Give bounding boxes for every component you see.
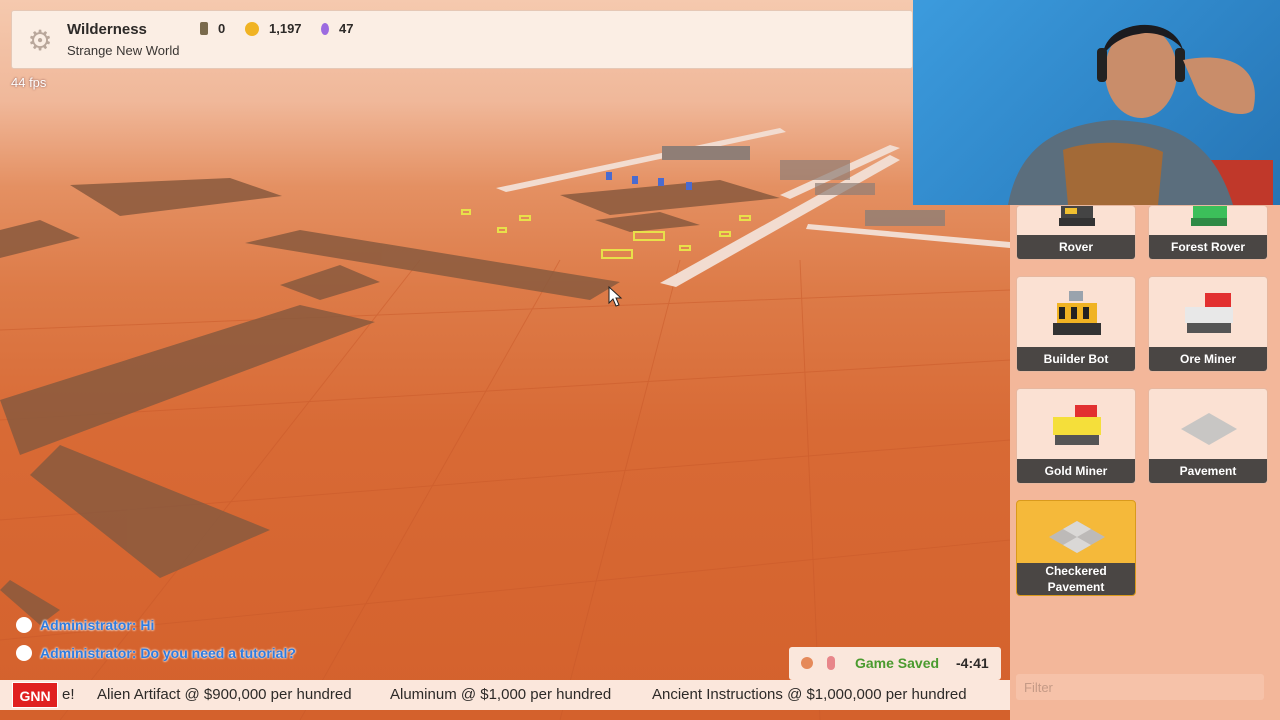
- admin-avatar-icon: [16, 645, 32, 661]
- build-card-builder-bot[interactable]: Builder Bot: [1016, 276, 1136, 372]
- game-saved-toast: Game Saved -4:41: [789, 647, 1001, 680]
- potion-value: 47: [339, 21, 354, 36]
- forest-rover-icon: [1191, 206, 1227, 226]
- coins-counter: 1,197: [245, 21, 302, 36]
- top-hud-bar: ⚙ Wilderness Strange New World 0 1,197 4…: [11, 10, 913, 69]
- webcam-person-image: [1008, 24, 1273, 205]
- mouse-cursor: [608, 285, 623, 307]
- filter-input[interactable]: [1016, 674, 1264, 700]
- potion-icon: [321, 22, 329, 35]
- builder-bot-icon: [1053, 291, 1101, 335]
- chat-message: Administrator: Do you need a tutorial?: [16, 645, 296, 661]
- build-card-pavement[interactable]: Pavement: [1148, 388, 1268, 484]
- checkered-pavement-icon: [1049, 521, 1105, 553]
- terrain-scene: [0, 128, 1010, 720]
- game-saved-text: Game Saved: [855, 655, 940, 671]
- pavement-icon: [1181, 413, 1237, 445]
- build-card-label: Gold Miner: [1017, 459, 1135, 483]
- location-title: Wilderness: [67, 21, 147, 38]
- location-subtitle: Strange New World: [67, 43, 180, 58]
- build-card-label: Forest Rover: [1149, 235, 1267, 259]
- coin-icon: [245, 21, 259, 36]
- workers-counter: 0: [200, 21, 225, 36]
- worker-icon: [200, 22, 208, 35]
- ticker-item: Alien Artifact @ $900,000 per hundred: [97, 686, 352, 703]
- build-card-label: Builder Bot: [1017, 347, 1135, 371]
- build-card-rover[interactable]: Rover: [1016, 205, 1136, 260]
- build-card-label: Rover: [1017, 235, 1135, 259]
- build-card-label: Ore Miner: [1149, 347, 1267, 371]
- chat-text: Administrator: Do you need a tutorial?: [40, 645, 296, 661]
- fps-counter: 44 fps: [11, 75, 47, 90]
- build-card-ore-miner[interactable]: Ore Miner: [1148, 276, 1268, 372]
- build-card-label: Checkered Pavement: [1017, 563, 1135, 595]
- rover-icon: [1059, 206, 1095, 226]
- alert-icon: [827, 656, 835, 670]
- gold-miner-icon: [1053, 405, 1101, 445]
- save-timer: -4:41: [956, 655, 989, 671]
- game-viewport[interactable]: [0, 0, 1010, 720]
- webcam-overlay: [913, 0, 1280, 205]
- workers-value: 0: [218, 21, 226, 36]
- ticker-item: e!: [62, 686, 75, 703]
- chat-text: Administrator: Hi: [40, 617, 155, 633]
- build-card-forest-rover[interactable]: Forest Rover: [1148, 205, 1268, 260]
- news-ticker: GNN e! Alien Artifact @ $900,000 per hun…: [0, 680, 1010, 710]
- build-card-gold-miner[interactable]: Gold Miner: [1016, 388, 1136, 484]
- ore-miner-icon: [1185, 293, 1233, 333]
- settings-gear-icon[interactable]: ⚙: [26, 27, 54, 55]
- chat-message: Administrator: Hi: [16, 617, 154, 633]
- build-card-checkered-pavement[interactable]: Checkered Pavement: [1016, 500, 1136, 596]
- ticker-item: Aluminum @ $1,000 per hundred: [390, 686, 612, 703]
- admin-avatar-icon: [16, 617, 32, 633]
- gnn-badge: GNN: [12, 682, 58, 708]
- coins-value: 1,197: [269, 21, 302, 36]
- potion-counter: 47: [321, 21, 353, 36]
- save-status-icon: [801, 657, 813, 669]
- ticker-item: Ancient Instructions @ $1,000,000 per hu…: [652, 686, 967, 703]
- build-card-label: Pavement: [1149, 459, 1267, 483]
